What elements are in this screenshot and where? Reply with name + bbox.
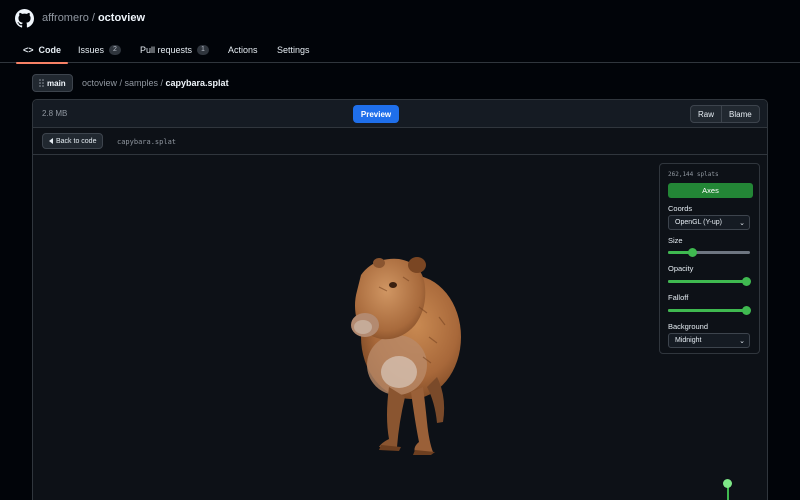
viewer-filename: capybara.splat: [117, 138, 177, 146]
background-select[interactable]: Midnight ⌄: [668, 333, 750, 348]
file-size: 2.8 MB: [42, 109, 68, 118]
file-header: 2.8 MB Preview Raw Blame: [33, 100, 767, 128]
coords-select[interactable]: OpenGL (Y-up) ⌄: [668, 215, 750, 230]
blame-button[interactable]: Blame: [721, 106, 759, 122]
preview-button[interactable]: Preview: [353, 105, 399, 123]
repo-name-link[interactable]: octoview: [98, 12, 145, 24]
falloff-slider-thumb[interactable]: [742, 306, 751, 315]
tab-code[interactable]: <> Code: [15, 37, 69, 64]
size-label: Size: [668, 236, 683, 245]
viewer-subheader: Back to code capybara.splat: [33, 128, 767, 155]
repo-path-separator: /: [91, 12, 95, 24]
branch-icon: [39, 79, 44, 87]
splat-viewport[interactable]: 262,144 splats Axes Coords OpenGL (Y-up)…: [33, 155, 767, 500]
tab-actions-label: Actions: [228, 45, 258, 55]
capybara-splat-render[interactable]: [319, 247, 464, 457]
opacity-slider-thumb[interactable]: [742, 277, 751, 286]
breadcrumb: octoview / samples / capybara.splat: [82, 78, 229, 88]
opacity-slider[interactable]: [668, 277, 751, 286]
tab-code-label: Code: [38, 45, 62, 55]
top-header: affromero / octoview: [0, 0, 800, 37]
tab-issues-label: Issues: [78, 45, 105, 55]
back-arrow-icon: [49, 138, 53, 144]
branch-selector-button[interactable]: main: [32, 74, 73, 92]
repo-tabs: <> Code Issues 2 Pull requests 1 Actions…: [0, 37, 800, 64]
tab-issues[interactable]: Issues 2: [78, 37, 121, 63]
tab-settings-label: Settings: [277, 45, 310, 55]
breadcrumb-file: capybara.splat: [165, 78, 229, 88]
splat-count: 262,144 splats: [668, 171, 719, 178]
issues-count-badge: 2: [109, 45, 121, 55]
size-slider-thumb[interactable]: [687, 248, 697, 257]
size-slider[interactable]: [668, 248, 750, 257]
coords-select-value: OpenGL (Y-up): [675, 219, 722, 226]
falloff-label: Falloff: [668, 293, 689, 302]
tab-settings[interactable]: Settings: [277, 37, 310, 63]
repo-path: affromero / octoview: [42, 12, 145, 24]
raw-button[interactable]: Raw: [691, 106, 721, 122]
tab-pull-requests[interactable]: Pull requests 1: [140, 37, 209, 63]
y-axis-gizmo-handle[interactable]: [723, 479, 732, 488]
falloff-slider[interactable]: [668, 306, 751, 315]
tab-pull-requests-label: Pull requests: [140, 45, 193, 55]
raw-blame-button-group: Raw Blame: [690, 105, 760, 123]
axes-toggle-button[interactable]: Axes: [668, 183, 753, 198]
branch-label: main: [47, 78, 66, 88]
github-logo-icon[interactable]: [15, 9, 34, 28]
viewer-control-panel: 262,144 splats Axes Coords OpenGL (Y-up)…: [659, 163, 760, 354]
file-viewer: 2.8 MB Preview Raw Blame Back to code ca…: [32, 99, 768, 500]
chevron-down-icon: ⌄: [739, 338, 745, 345]
opacity-label: Opacity: [668, 264, 694, 273]
background-label: Background: [668, 322, 709, 331]
chevron-down-icon: ⌄: [739, 220, 745, 227]
pull-requests-count-badge: 1: [197, 45, 209, 55]
background-select-value: Midnight: [675, 337, 702, 344]
breadcrumb-path[interactable]: octoview / samples /: [82, 78, 166, 88]
coords-label: Coords: [668, 204, 693, 213]
code-icon: <>: [23, 45, 34, 55]
repo-owner-link[interactable]: affromero: [42, 12, 89, 24]
back-to-code-label: Back to code: [56, 137, 97, 145]
back-to-code-button[interactable]: Back to code: [42, 133, 104, 149]
tab-actions[interactable]: Actions: [228, 37, 258, 63]
